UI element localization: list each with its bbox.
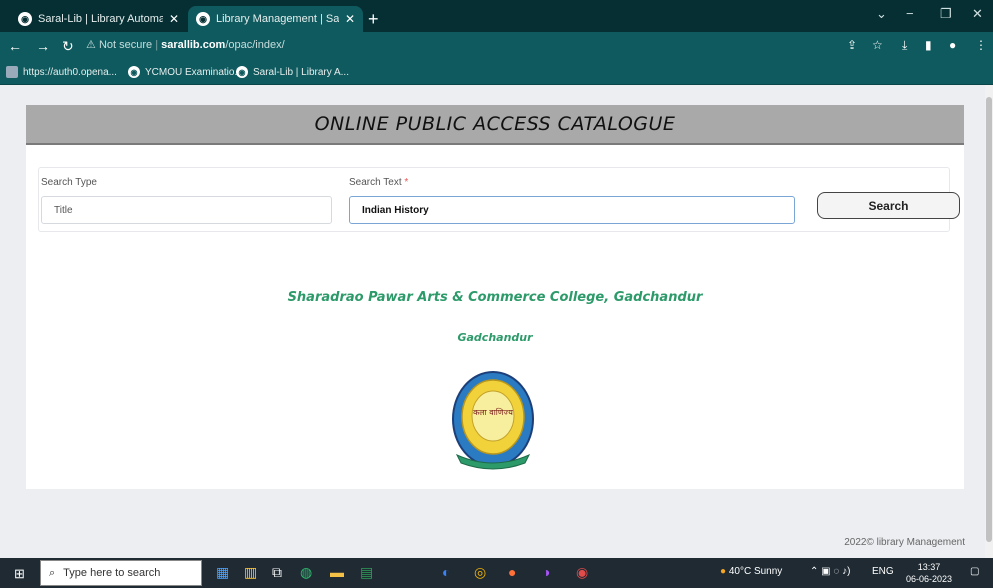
search-type-select[interactable]: Title [41,196,332,224]
globe-icon: ◉ [196,12,210,26]
reload-icon[interactable]: ↻ [62,38,74,55]
whatsapp-icon[interactable]: ◍ [300,564,312,581]
clock-time: 13:37 [917,562,941,572]
app-icon[interactable]: ◑ [542,564,550,580]
notification-icon[interactable]: ▢ [970,566,979,577]
security-status: Not secure [98,39,153,51]
search-icon: ⌕ [49,566,56,579]
new-tab-button[interactable]: + [368,9,379,30]
page-scrollbar[interactable] [985,85,993,558]
search-text-label: Search Text * [349,177,409,188]
bookmark-saral-lib[interactable]: ◉ Saral-Lib | Library A... [236,66,349,78]
sidepanel-icon[interactable]: ▮ [925,38,932,52]
bookmark-ycmou[interactable]: ◉ YCMOU Examinatio... [128,66,243,78]
page-icon [6,66,18,78]
clock-date: 06-06-2023 [906,574,953,584]
address-domain: sarallib.com [161,39,226,51]
chevron-down-icon[interactable]: ⌄ [876,6,887,22]
tab-saral-lib[interactable]: ◉ Saral-Lib | Library Automation Sy ✕ [10,6,187,32]
minimize-button[interactable]: − [906,6,914,21]
address-bar[interactable]: ⚠ Not secure | sarallib.com/opac/index/ [86,38,285,51]
star-icon[interactable]: ☆ [872,38,883,52]
widgets-icon[interactable]: ▥ [244,564,257,581]
window-close-button[interactable]: ✕ [972,6,983,22]
tab-title: Library Management | Saral Softw [216,13,339,25]
search-button[interactable]: Search [817,192,960,219]
browser-tabstrip: ◉ Saral-Lib | Library Automation Sy ✕ ◉ … [0,0,993,32]
weather-widget[interactable]: ● 40°C Sunny [720,566,782,577]
windows-taskbar: ⊞ ⌕ Type here to search ▦ ▥ ⧉ ◍ ▬ ▤ ◐ ◎ … [0,558,993,588]
menu-icon[interactable]: ⋮ [975,38,987,52]
taskbar-search-placeholder: Type here to search [63,567,161,579]
calculator-icon[interactable]: ▤ [360,564,373,581]
download-icon[interactable]: ⤓ [902,38,907,53]
address-path: /opac/index/ [225,39,285,51]
close-icon[interactable]: ✕ [345,12,355,26]
warning-icon: ⚠ [86,39,96,51]
sun-icon: ● [720,566,727,577]
search-type-label: Search Type [41,177,97,188]
college-emblem: कला वाणिज्य [452,371,534,470]
forward-icon[interactable]: → [36,38,50,54]
close-icon[interactable]: ✕ [169,12,179,26]
bookmark-auth0[interactable]: https://auth0.opena... [6,66,117,78]
bookmarks-bar: https://auth0.opena... ◉ YCMOU Examinati… [0,60,993,85]
globe-icon: ◉ [128,66,140,78]
file-explorer-icon[interactable]: ▬ [330,564,344,580]
task-view-icon[interactable]: ⧉ [272,564,282,581]
footer-copyright: 2022© library Management [844,537,965,548]
tab-library-management[interactable]: ◉ Library Management | Saral Softw ✕ [188,6,363,32]
windows-start-icon[interactable]: ⊞ [14,566,25,582]
scrollbar-thumb[interactable] [986,97,992,542]
restore-button[interactable]: ❐ [940,6,952,22]
college-name: Sharadrao Pawar Arts & Commerce College,… [287,290,703,305]
task-view-app-icon[interactable]: ▦ [216,564,229,581]
search-panel: Search Type Title Search Text * Indian H… [38,167,960,232]
opac-card: ONLINE PUBLIC ACCESS CATALOGUE Search Ty… [26,105,964,489]
clock[interactable]: 13:37 06-06-2023 [906,561,952,585]
browser-toolbar: ← → ↻ ⚠ Not secure | sarallib.com/opac/i… [0,32,993,60]
chrome-profile-icon[interactable]: ◉ [576,564,588,581]
required-mark: * [404,177,409,188]
taskbar-search[interactable]: ⌕ Type here to search [40,560,202,586]
profile-icon[interactable]: ● [949,38,956,52]
page-content: ONLINE PUBLIC ACCESS CATALOGUE Search Ty… [0,85,985,558]
share-icon[interactable]: ⇪ [847,38,857,52]
language-indicator[interactable]: ENG [872,566,894,577]
college-city: Gadchandur [457,331,533,344]
edge-icon[interactable]: ◐ [442,564,450,580]
back-icon[interactable]: ← [8,38,22,54]
tray-icons[interactable]: ⌃ ▣ ◌ ♪) [810,566,850,577]
globe-icon: ◉ [18,12,32,26]
tab-title: Saral-Lib | Library Automation Sy [38,13,163,25]
page-header: ONLINE PUBLIC ACCESS CATALOGUE [26,105,964,145]
firefox-icon[interactable]: ● [508,564,516,580]
page-title: ONLINE PUBLIC ACCESS CATALOGUE [314,113,676,135]
chrome-icon[interactable]: ◎ [474,564,486,581]
emblem-text: कला वाणिज्य [473,407,513,417]
globe-icon: ◉ [236,66,248,78]
search-text-input[interactable]: Indian History [349,196,795,224]
